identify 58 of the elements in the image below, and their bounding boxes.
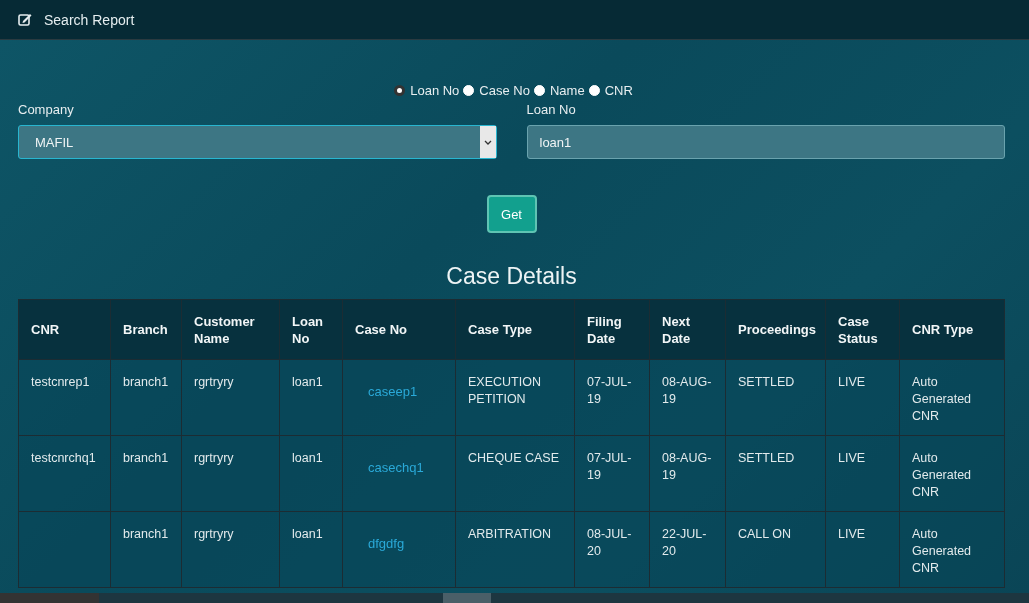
column-header: CNR Type [899,299,1005,360]
get-button[interactable]: Get [486,195,537,233]
table-cell: loan1 [292,451,323,465]
table-cell: Auto Generated CNR [912,375,972,423]
table-cell: loan1 [292,375,323,389]
search-by-radio[interactable]: Name [533,83,585,98]
column-header: Customer Name [181,299,280,360]
search-by-radio[interactable]: CNR [588,83,633,98]
case-link[interactable]: casechq1 [368,459,424,476]
column-header: Filing Date [574,299,650,360]
table-cell: 08-AUG-19 [662,375,712,406]
loan-no-field[interactable]: loan1 [526,125,1005,159]
table-cell: LIVE [838,375,866,389]
table-cell: ARBITRATION [468,527,552,541]
edit-icon [18,13,32,26]
table-cell: EXECUTION PETITION [468,375,541,406]
table-cell: rgrtryry [194,451,234,465]
column-header: Branch [110,299,182,360]
table-cell: testcnrep1 [31,375,90,389]
table-cell: CHEQUE CASE [468,451,559,465]
table-cell: rgrtryry [194,375,234,389]
column-header: Case Type [455,299,575,360]
case-link[interactable]: dfgdfg [368,535,405,552]
column-header: Next Date [649,299,726,360]
search-by-radio[interactable]: Loan No [394,83,460,98]
table-cell: SETTLED [738,375,795,389]
field-label: Company [18,102,75,117]
table-cell: Auto Generated CNR [912,451,972,499]
table-cell: 08-JUL-20 [587,527,632,558]
table-cell: branch1 [123,527,169,541]
table-cell: CALL ON [738,527,792,541]
table-cell: Auto Generated CNR [912,527,972,575]
table-cell: 08-AUG-19 [662,451,712,482]
table-cell: testcnrchq1 [31,451,96,465]
column-header: Proceedings [725,299,826,360]
field-label: Loan No [526,102,577,117]
column-header: CNR [18,299,111,360]
page-title: Search Report [44,11,135,28]
case-link[interactable]: caseep1 [368,383,418,400]
caret-icon [483,139,492,145]
column-header: Case Status [825,299,900,360]
horizontal-scrollbar[interactable] [0,593,1029,603]
column-header: Case No [342,299,456,360]
table-cell: LIVE [838,451,866,465]
column-header: Loan No [279,299,343,360]
table-cell: 07-JUL-19 [587,375,632,406]
table-cell: SETTLED [738,451,795,465]
table-cell: 07-JUL-19 [587,451,632,482]
table-cell: branch1 [123,451,169,465]
company-select[interactable]: MAFIL [18,125,497,159]
table-cell: LIVE [838,527,866,541]
table-cell: branch1 [123,375,169,389]
table-cell: loan1 [292,527,323,541]
table-cell: 22-JUL-20 [662,527,707,558]
table-title: Case Details [445,262,578,290]
search-by-radio[interactable]: Case No [463,83,530,98]
table-cell: rgrtryry [194,527,234,541]
scrollbar-thumb[interactable] [443,593,491,603]
